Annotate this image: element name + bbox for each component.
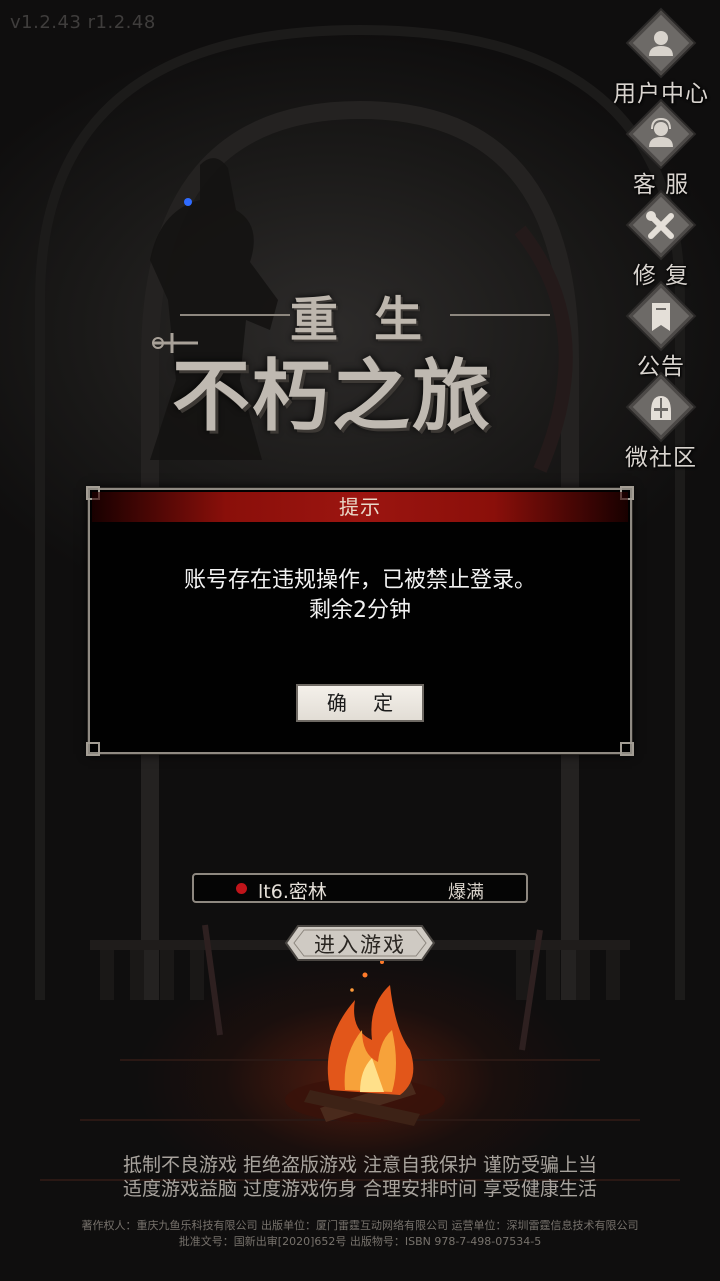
confirm-button[interactable]: 确 定 — [296, 684, 424, 722]
copyright-line2: 批准文号：国新出审[2020]652号 出版物号：ISBN 978-7-498-… — [178, 1235, 542, 1248]
server-status: 爆满 — [448, 882, 484, 903]
announcement-banner-icon — [652, 303, 670, 331]
bonfire — [285, 960, 445, 1126]
health-notice-line1: 抵制不良游戏 拒绝盗版游戏 注意自我保护 谨防受骗上当 — [122, 1154, 598, 1176]
version-label: v1.2.43 r1.2.48 — [10, 12, 156, 33]
community-helmet-icon — [651, 396, 671, 420]
knight-eye — [184, 198, 192, 206]
user-icon — [649, 31, 673, 56]
repair-tools-icon — [646, 211, 674, 239]
login-screen: v1.2.43 r1.2.48 用户中心 客 服 修 复 公告 微社区 重生 不… — [0, 0, 720, 1281]
side-item-community[interactable]: 微社区 — [612, 374, 710, 471]
health-notice-line2: 适度游戏益脑 过度游戏伤身 合理安排时间 享受健康生活 — [122, 1178, 598, 1200]
side-item-customer-service[interactable]: 客 服 — [612, 101, 710, 198]
side-item-label: 微社区 — [625, 445, 697, 471]
alert-dialog: 提示 账号存在违规操作，已被禁止登录。 剩余2分钟 确 定 — [86, 486, 634, 756]
customer-service-icon — [649, 117, 673, 147]
game-logo: 重生 不朽之旅 — [150, 262, 560, 442]
copyright-footer: 著作权人：重庆九鱼乐科技有限公司 出版单位：厦门雷霆互动网络有限公司 运营单位：… — [0, 1218, 720, 1250]
side-item-announcement[interactable]: 公告 — [612, 283, 710, 380]
server-name: lt6.密林 — [258, 881, 327, 903]
dialog-corner — [86, 742, 100, 756]
copyright-line1: 著作权人：重庆九鱼乐科技有限公司 出版单位：厦门雷霆互动网络有限公司 运营单位：… — [81, 1219, 639, 1232]
dialog-message-line2: 剩余2分钟 — [309, 598, 411, 623]
dialog-message-line1: 账号存在违规操作，已被禁止登录。 — [183, 568, 536, 593]
server-selector[interactable]: lt6.密林 爆满 — [192, 873, 528, 903]
side-item-repair[interactable]: 修 复 — [612, 192, 710, 289]
enter-game-button[interactable]: 进入游戏 — [284, 924, 436, 962]
side-item-user-center[interactable]: 用户中心 — [612, 10, 710, 107]
dialog-corner — [620, 742, 634, 756]
server-status-dot — [236, 883, 247, 894]
health-notice: 抵制不良游戏 拒绝盗版游戏 注意自我保护 谨防受骗上当 适度游戏益脑 过度游戏伤… — [0, 1153, 720, 1201]
dialog-message: 账号存在违规操作，已被禁止登录。 剩余2分钟 — [90, 566, 630, 626]
side-menu: 用户中心 客 服 修 复 公告 微社区 — [612, 10, 710, 471]
dialog-title: 提示 — [92, 492, 628, 522]
enter-game-label: 进入游戏 — [314, 933, 406, 957]
logo-title: 不朽之旅 — [172, 351, 493, 442]
